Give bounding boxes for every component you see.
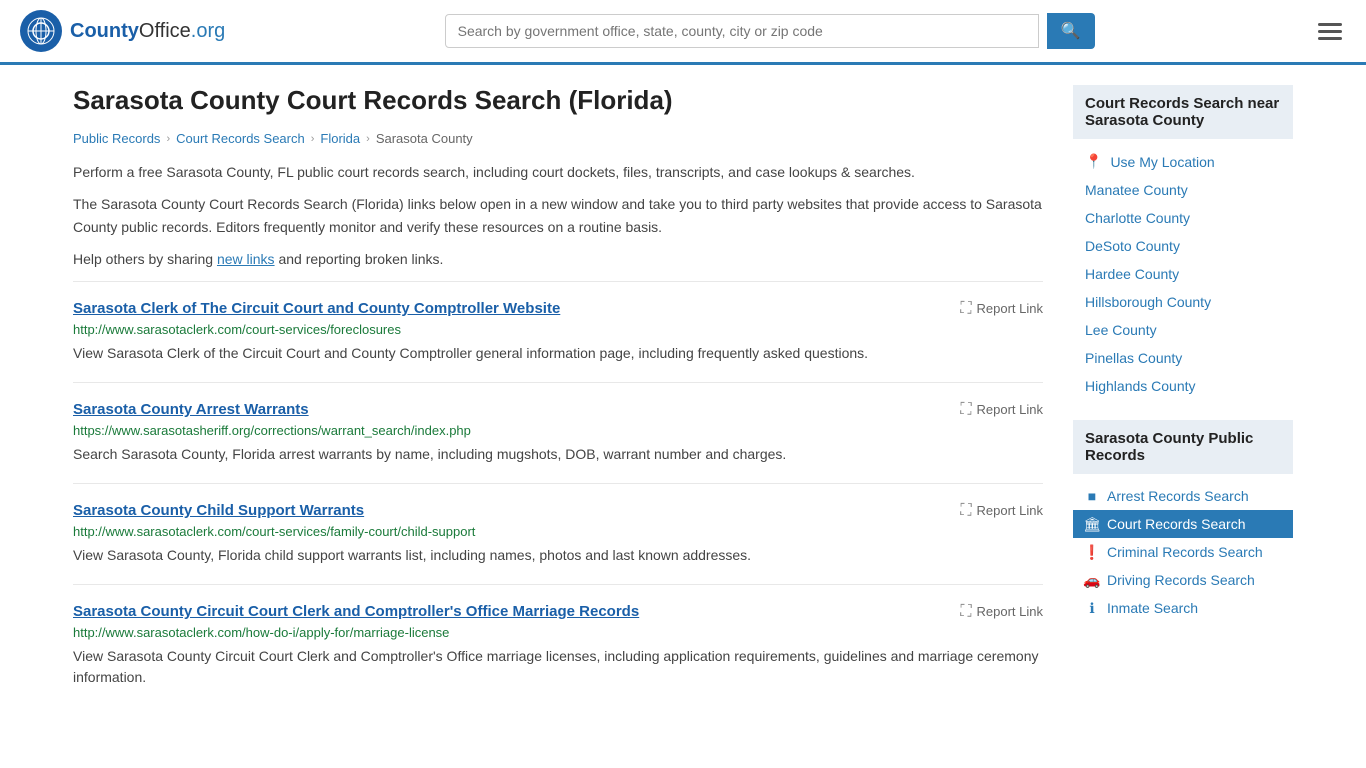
- logo-area: CountyOffice.org: [20, 10, 225, 52]
- nearby-county-6[interactable]: Pinellas County: [1073, 344, 1293, 372]
- report-link-2[interactable]: ⛶ Report Link: [960, 502, 1043, 520]
- report-label-2: Report Link: [977, 503, 1043, 518]
- pr-label-3: Driving Records Search: [1107, 572, 1255, 588]
- record-item: Sarasota County Circuit Court Clerk and …: [73, 584, 1043, 706]
- search-button[interactable]: 🔍: [1047, 13, 1095, 49]
- report-icon-1: ⛶: [960, 401, 971, 419]
- record-url-1: https://www.sarasotasheriff.org/correcti…: [73, 423, 1043, 438]
- nearby-section: Court Records Search near Sarasota Count…: [1073, 85, 1293, 400]
- public-records-link-3[interactable]: 🚗 Driving Records Search: [1073, 566, 1293, 594]
- description-3-suffix: and reporting broken links.: [275, 251, 444, 267]
- menu-line: [1318, 30, 1342, 33]
- record-item: Sarasota Clerk of The Circuit Court and …: [73, 281, 1043, 382]
- report-icon-2: ⛶: [960, 502, 971, 520]
- record-desc-3: View Sarasota County Circuit Court Clerk…: [73, 646, 1043, 688]
- nearby-counties-list: Manatee CountyCharlotte CountyDeSoto Cou…: [1073, 176, 1293, 400]
- breadcrumb-sep: ›: [166, 133, 170, 145]
- record-desc-1: Search Sarasota County, Florida arrest w…: [73, 444, 1043, 465]
- pr-label-0: Arrest Records Search: [1107, 488, 1249, 504]
- nearby-county-5[interactable]: Lee County: [1073, 316, 1293, 344]
- description-1: Perform a free Sarasota County, FL publi…: [73, 161, 1043, 183]
- pr-icon-2: ❗: [1085, 545, 1099, 559]
- content-area: Sarasota County Court Records Search (Fl…: [73, 85, 1043, 706]
- nearby-county-4[interactable]: Hillsborough County: [1073, 288, 1293, 316]
- new-links-link[interactable]: new links: [217, 251, 275, 267]
- public-records-link-1[interactable]: 🏛 Court Records Search: [1073, 510, 1293, 538]
- nearby-county-3[interactable]: Hardee County: [1073, 260, 1293, 288]
- public-records-link-0[interactable]: ■ Arrest Records Search: [1073, 482, 1293, 510]
- pr-label-4: Inmate Search: [1107, 600, 1198, 616]
- report-link-1[interactable]: ⛶ Report Link: [960, 401, 1043, 419]
- record-title-2[interactable]: Sarasota County Child Support Warrants: [73, 502, 364, 519]
- public-records-link-4[interactable]: ℹ Inmate Search: [1073, 594, 1293, 622]
- location-icon: 📍: [1085, 153, 1102, 170]
- breadcrumb-public-records[interactable]: Public Records: [73, 131, 160, 146]
- page-title: Sarasota County Court Records Search (Fl…: [73, 85, 1043, 116]
- menu-line: [1318, 23, 1342, 26]
- pr-icon-0: ■: [1085, 489, 1099, 503]
- description-2: The Sarasota County Court Records Search…: [73, 193, 1043, 238]
- report-label-0: Report Link: [977, 301, 1043, 316]
- nearby-county-1[interactable]: Charlotte County: [1073, 204, 1293, 232]
- search-area: 🔍: [445, 13, 1095, 49]
- description-3: Help others by sharing new links and rep…: [73, 248, 1043, 270]
- breadcrumb-sep: ›: [366, 133, 370, 145]
- search-icon: 🔍: [1061, 23, 1081, 40]
- record-desc-2: View Sarasota County, Florida child supp…: [73, 545, 1043, 566]
- public-records-link-2[interactable]: ❗ Criminal Records Search: [1073, 538, 1293, 566]
- pr-icon-4: ℹ: [1085, 601, 1099, 615]
- record-item: Sarasota County Child Support Warrants ⛶…: [73, 483, 1043, 584]
- public-records-links: ■ Arrest Records Search 🏛 Court Records Sea…: [1073, 482, 1293, 622]
- logo-icon: [20, 10, 62, 52]
- menu-line: [1318, 37, 1342, 40]
- breadcrumb-florida[interactable]: Florida: [320, 131, 360, 146]
- record-url-0: http://www.sarasotaclerk.com/court-servi…: [73, 322, 1043, 337]
- record-title-1[interactable]: Sarasota County Arrest Warrants: [73, 401, 309, 418]
- public-records-section: Sarasota County Public Records ■ Arrest R…: [1073, 420, 1293, 622]
- records-list: Sarasota Clerk of The Circuit Court and …: [73, 281, 1043, 706]
- report-label-3: Report Link: [977, 604, 1043, 619]
- breadcrumb-sep: ›: [311, 133, 315, 145]
- nearby-title: Court Records Search near Sarasota Count…: [1073, 85, 1293, 139]
- sidebar: Court Records Search near Sarasota Count…: [1073, 85, 1293, 706]
- search-input[interactable]: [445, 14, 1039, 48]
- report-link-3[interactable]: ⛶ Report Link: [960, 603, 1043, 621]
- record-item: Sarasota County Arrest Warrants ⛶ Report…: [73, 382, 1043, 483]
- main-container: Sarasota County Court Records Search (Fl…: [43, 65, 1323, 726]
- record-header: Sarasota Clerk of The Circuit Court and …: [73, 300, 1043, 318]
- pr-icon-3: 🚗: [1085, 573, 1099, 587]
- report-link-0[interactable]: ⛶ Report Link: [960, 300, 1043, 318]
- record-url-3: http://www.sarasotaclerk.com/how-do-i/ap…: [73, 625, 1043, 640]
- use-my-location-link[interactable]: 📍 Use My Location: [1073, 147, 1293, 176]
- pr-label-1: Court Records Search: [1107, 516, 1246, 532]
- report-label-1: Report Link: [977, 402, 1043, 417]
- pr-label-2: Criminal Records Search: [1107, 544, 1263, 560]
- logo-text: CountyOffice.org: [70, 20, 225, 43]
- header: CountyOffice.org 🔍: [0, 0, 1366, 65]
- report-icon-3: ⛶: [960, 603, 971, 621]
- public-records-title: Sarasota County Public Records: [1073, 420, 1293, 474]
- record-desc-0: View Sarasota Clerk of the Circuit Court…: [73, 343, 1043, 364]
- nearby-county-2[interactable]: DeSoto County: [1073, 232, 1293, 260]
- record-header: Sarasota County Circuit Court Clerk and …: [73, 603, 1043, 621]
- record-title-0[interactable]: Sarasota Clerk of The Circuit Court and …: [73, 300, 560, 317]
- breadcrumb-current: Sarasota County: [376, 131, 473, 146]
- description-3-prefix: Help others by sharing: [73, 251, 217, 267]
- menu-button[interactable]: [1314, 19, 1346, 44]
- record-title-3[interactable]: Sarasota County Circuit Court Clerk and …: [73, 603, 639, 620]
- record-header: Sarasota County Child Support Warrants ⛶…: [73, 502, 1043, 520]
- breadcrumb-court-records[interactable]: Court Records Search: [176, 131, 305, 146]
- nearby-county-0[interactable]: Manatee County: [1073, 176, 1293, 204]
- record-header: Sarasota County Arrest Warrants ⛶ Report…: [73, 401, 1043, 419]
- record-url-2: http://www.sarasotaclerk.com/court-servi…: [73, 524, 1043, 539]
- use-my-location-label: Use My Location: [1110, 154, 1214, 170]
- pr-icon-1: 🏛: [1085, 517, 1099, 531]
- report-icon-0: ⛶: [960, 300, 971, 318]
- breadcrumb: Public Records › Court Records Search › …: [73, 131, 1043, 146]
- nearby-county-7[interactable]: Highlands County: [1073, 372, 1293, 400]
